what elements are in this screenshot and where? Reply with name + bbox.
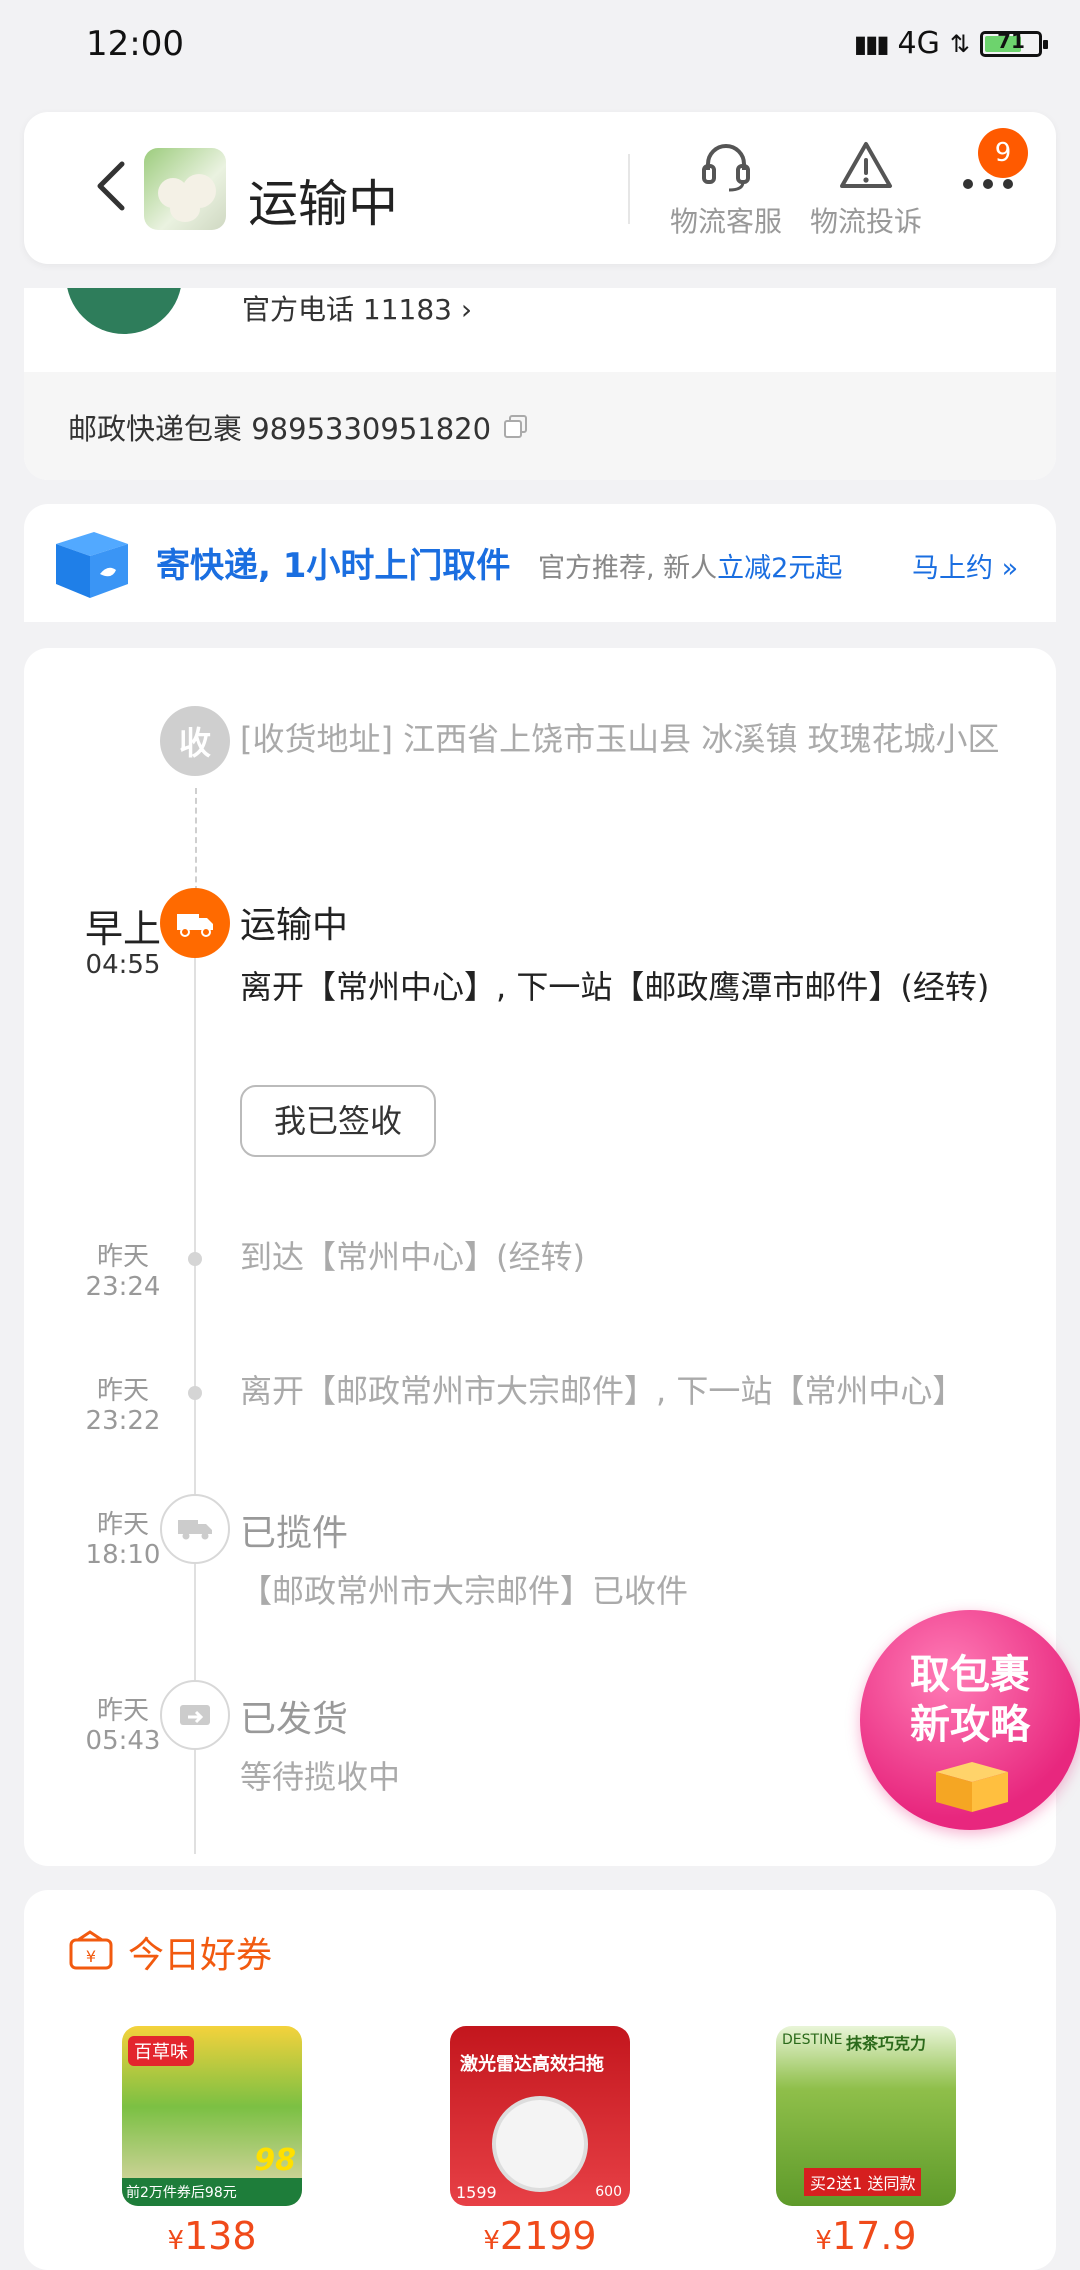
event-time: 23:22 — [85, 1406, 161, 1436]
warning-icon — [840, 142, 892, 188]
product-image: DESTINE 抹茶巧克力 买2送1 送同款 — [776, 2026, 956, 2206]
timeline-dot — [188, 1386, 202, 1400]
coupon-price: ¥2199 — [483, 2214, 597, 2258]
event-detail: 【邮政常州市大宗邮件】已收件 — [240, 1572, 689, 1610]
package-info-card: 官方电话 11183 › 邮政快递包裹 9895330951820 — [24, 288, 1056, 480]
notification-badge: 9 — [978, 128, 1028, 178]
coupon-icon: ¥ — [69, 1930, 113, 1970]
book-now-link[interactable]: 马上约 » — [912, 546, 1018, 585]
coupon-price: ¥138 — [167, 2214, 257, 2258]
logistics-complaint-button[interactable]: 物流投诉 — [796, 136, 936, 240]
chevron-right-icon: › — [460, 293, 473, 326]
svg-text:¥: ¥ — [86, 1947, 96, 1966]
promo-subtext: 官方推荐, 新人立减2元起 — [538, 553, 843, 584]
receive-address: [收货地址] 江西省上饶市玉山县 冰溪镇 玫瑰花城小区 — [240, 720, 1000, 758]
coupon-item[interactable]: DESTINE 抹茶巧克力 买2送1 送同款 ¥17.9 — [776, 2026, 956, 2258]
bubble-text: 取包裹 新攻略 — [910, 1652, 1030, 1748]
promo-headline: 寄快递, 1小时上门取件 — [156, 546, 511, 586]
product-image: 激光雷达高效扫拖 1599 600 — [450, 2026, 630, 2206]
receive-node: 收 — [160, 706, 230, 776]
header-divider — [628, 154, 630, 224]
truck-icon — [160, 888, 230, 958]
event-status: 已揽件 — [240, 1513, 349, 1554]
product-image: 百草味 前2万件券后98元 98 — [122, 2026, 302, 2206]
pickup-guide-bubble[interactable]: 取包裹 新攻略 — [860, 1610, 1080, 1830]
carrier-logo — [66, 288, 182, 334]
coupon-item[interactable]: 百草味 前2万件券后98元 98 ¥138 — [122, 2026, 302, 2258]
back-icon[interactable] — [82, 156, 142, 216]
more-icon[interactable] — [960, 176, 1016, 192]
event-detail: 到达【常州中心】(经转) — [240, 1238, 585, 1276]
battery-icon: 71 — [980, 29, 1048, 57]
event-detail-current: 离开【常州中心】, 下一站【邮政鹰潭市邮件】(经转) — [240, 968, 990, 1006]
promo-discount: 立减2元起 — [717, 553, 843, 584]
data-arrows-icon: ⇅ — [949, 29, 970, 58]
logistics-service-button[interactable]: 物流客服 — [656, 136, 796, 240]
event-status-current: 运输中 — [240, 905, 349, 946]
pickup-truck-icon — [160, 1494, 230, 1564]
event-status: 已发货 — [240, 1699, 349, 1740]
event-detail: 离开【邮政常州市大宗邮件】, 下一站【常州中心】 — [240, 1372, 965, 1410]
event-time: 05:43 — [85, 1726, 161, 1756]
event-time-current: 04:55 — [85, 950, 161, 980]
confirm-receipt-button[interactable]: 我已签收 — [240, 1085, 436, 1157]
coupons-title: 今日好券 — [128, 1935, 273, 1976]
header-bar: 运输中 物流客服 物流投诉 9 — [24, 112, 1056, 264]
tracking-number: 邮政快递包裹 9895330951820 — [68, 406, 529, 448]
send-express-banner[interactable]: 寄快递, 1小时上门取件 官方推荐, 新人立减2元起 马上约 » — [24, 504, 1056, 622]
signal-icon: ▮▮▮ — [853, 29, 890, 58]
page-title: 运输中 — [248, 175, 398, 233]
timeline-dot — [188, 1252, 202, 1266]
official-phone-link[interactable]: 官方电话 11183 › — [242, 288, 472, 328]
box-icon — [56, 532, 128, 598]
double-chevron-icon: » — [1001, 553, 1019, 584]
logistics-service-label: 物流客服 — [669, 205, 782, 238]
event-day: 昨天 — [96, 1242, 149, 1272]
network-label: 4G — [897, 26, 940, 61]
timeline-dashed-line — [195, 788, 197, 902]
event-time: 23:24 — [85, 1272, 161, 1302]
parcel-box-icon — [936, 1762, 1008, 1812]
logistics-complaint-label: 物流投诉 — [809, 205, 922, 238]
event-day: 昨天 — [96, 1376, 149, 1406]
copy-icon[interactable] — [503, 414, 529, 440]
headset-icon — [702, 144, 750, 192]
product-thumbnail — [144, 148, 226, 230]
coupon-price: ¥17.9 — [815, 2214, 917, 2258]
status-icons: ▮▮▮ 4G ⇅ 71 — [853, 26, 1048, 61]
coupon-item[interactable]: 激光雷达高效扫拖 1599 600 ¥2199 — [450, 2026, 630, 2258]
coupons-section: ¥ 今日好券 百草味 前2万件券后98元 98 ¥138 激光雷达高效扫拖 15… — [24, 1890, 1056, 2270]
event-time: 18:10 — [85, 1540, 161, 1570]
shipped-icon — [160, 1680, 230, 1750]
status-time: 12:00 — [86, 24, 184, 64]
